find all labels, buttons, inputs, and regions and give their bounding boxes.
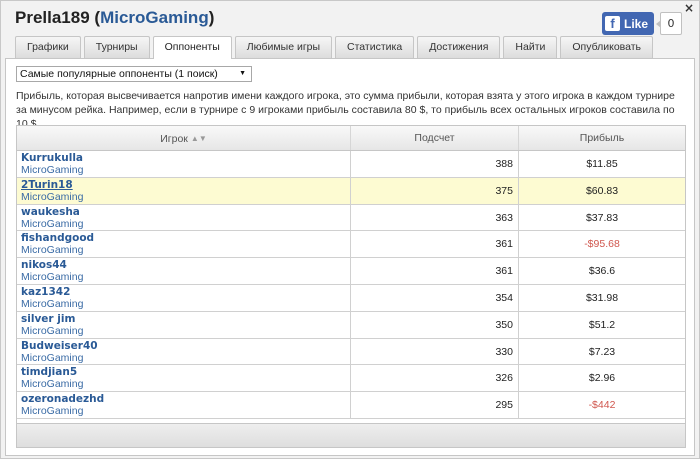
cell-profit: $37.83 — [585, 211, 619, 224]
cell-count: 375 — [351, 177, 519, 204]
player-network: MicroGaming — [21, 217, 84, 230]
tab-bar: Графики Турниры Оппоненты Любимые игры С… — [15, 36, 656, 59]
table-row[interactable]: waukesha MicroGaming 363 $37.83 — [17, 204, 685, 232]
cell-count: 330 — [351, 338, 519, 365]
player-name: Prella189 — [15, 8, 90, 27]
tab-achievements[interactable]: Достижения — [417, 36, 501, 58]
cell-profit: $2.96 — [588, 372, 616, 385]
title-open-paren: ( — [89, 8, 101, 27]
cell-count: 388 — [351, 151, 519, 177]
like-label: Like — [623, 16, 648, 31]
network-name: MicroGaming — [100, 8, 209, 27]
cell-player: Kurrukulla MicroGaming — [17, 151, 351, 177]
cell-profit: $51.2 — [588, 318, 616, 331]
title-close-paren: ) — [208, 8, 215, 27]
tab-opponents[interactable]: Оппоненты — [152, 36, 232, 59]
cell-count: 363 — [351, 204, 519, 231]
tab-graphs[interactable]: Графики — [15, 36, 81, 58]
player-link[interactable]: Kurrukulla — [21, 152, 350, 164]
cell-player: waukesha MicroGaming — [17, 204, 351, 231]
opponents-table: Игрок ▲▼ Подсчет Прибыль Kurrukulla MicroG… — [16, 125, 686, 448]
column-header-count[interactable]: Подсчет — [351, 126, 519, 150]
cell-player: ozeronadezhd MicroGaming — [17, 392, 351, 418]
cell-player: Budweiser40 MicroGaming — [17, 338, 351, 365]
table-row[interactable]: timdjian5 MicroGaming 326 $2.96 — [17, 365, 685, 393]
cell-profit: -$442 — [588, 399, 616, 412]
cell-player: nikos44 MicroGaming — [17, 258, 351, 284]
facebook-icon: f — [604, 16, 620, 31]
table-row[interactable]: fishandgood MicroGaming 361 -$95.68 — [17, 231, 685, 259]
cell-count: 361 — [351, 231, 519, 258]
cell-profit: -$95.68 — [584, 238, 620, 251]
column-header-profit[interactable]: Прибыль — [519, 126, 685, 150]
chevron-down-icon: ▼ — [239, 70, 246, 77]
table-row[interactable]: silver jim MicroGaming 350 $51.2 — [17, 311, 685, 339]
player-profile-window: Prella189 (MicroGaming) × f Like 0 Графи… — [0, 0, 700, 459]
player-network: MicroGaming — [21, 378, 84, 391]
like-count: 0 — [656, 12, 682, 35]
table-row[interactable]: nikos44 MicroGaming 361 $36.6 — [17, 258, 685, 285]
cell-count: 350 — [351, 311, 519, 338]
player-link[interactable]: timdjian5 — [21, 366, 350, 378]
player-link[interactable]: nikos44 — [21, 259, 350, 271]
player-link[interactable]: Budweiser40 — [21, 340, 350, 352]
sort-icon: ▲▼ — [190, 134, 207, 143]
cell-profit: $7.23 — [588, 345, 616, 358]
tab-tournaments[interactable]: Турниры — [83, 36, 150, 58]
column-header-player[interactable]: Игрок ▲▼ — [17, 126, 351, 150]
cell-count: 361 — [351, 258, 519, 284]
player-link[interactable]: kaz1342 — [21, 286, 350, 298]
tab-favorite-games[interactable]: Любимые игры — [234, 36, 333, 58]
page-title: Prella189 (MicroGaming) — [15, 8, 214, 28]
table-header: Игрок ▲▼ Подсчет Прибыль — [17, 126, 685, 151]
cell-profit: $36.6 — [588, 265, 616, 278]
player-link[interactable]: ozeronadezhd — [21, 393, 350, 405]
player-link[interactable]: waukesha — [21, 206, 350, 218]
table-row[interactable]: kaz1342 MicroGaming 354 $31.98 — [17, 284, 685, 312]
player-network: MicroGaming — [21, 324, 84, 337]
cell-profit: $11.85 — [586, 158, 618, 170]
cell-profit: $31.98 — [585, 291, 619, 304]
player-link[interactable]: silver jim — [21, 313, 350, 325]
cell-player: kaz1342 MicroGaming — [17, 284, 351, 311]
cell-count: 354 — [351, 284, 519, 311]
table-body: Kurrukulla MicroGaming 388 $11.85 2Turin18 Mi… — [17, 151, 685, 419]
cell-count: 295 — [351, 392, 519, 418]
cell-count: 326 — [351, 365, 519, 392]
player-network: MicroGaming — [21, 271, 84, 284]
column-label-player: Игрок — [160, 133, 188, 145]
filter-selected-value: Самые популярные оппоненты (1 поиск) — [20, 68, 218, 80]
table-row[interactable]: Kurrukulla MicroGaming 388 $11.85 — [17, 151, 685, 178]
player-link[interactable]: fishandgood — [21, 232, 350, 244]
table-row[interactable]: Budweiser40 MicroGaming 330 $7.23 — [17, 338, 685, 366]
player-network: MicroGaming — [21, 244, 84, 257]
cell-player: silver jim MicroGaming — [17, 311, 351, 338]
player-network: MicroGaming — [21, 351, 84, 364]
tab-publish[interactable]: Опубликовать — [560, 36, 654, 58]
table-row[interactable]: 2Turin18 MicroGaming 375 $60.83 — [17, 177, 685, 205]
close-icon[interactable]: × — [684, 2, 694, 14]
opponents-filter-select[interactable]: Самые популярные оппоненты (1 поиск) ▼ — [16, 66, 252, 82]
cell-profit: $60.83 — [585, 184, 619, 197]
cell-player: 2Turin18 MicroGaming — [17, 177, 351, 204]
facebook-like-widget: f Like 0 — [601, 12, 682, 35]
table-row[interactable]: ozeronadezhd MicroGaming 295 -$442 — [17, 392, 685, 419]
cell-player: fishandgood MicroGaming — [17, 231, 351, 258]
cell-player: timdjian5 MicroGaming — [17, 365, 351, 392]
table-footer — [17, 423, 685, 447]
tab-find[interactable]: Найти — [503, 36, 558, 58]
player-network: MicroGaming — [21, 297, 84, 310]
opponents-panel: Самые популярные оппоненты (1 поиск) ▼ П… — [5, 58, 695, 456]
tab-statistics[interactable]: Статистика — [335, 36, 415, 58]
player-network: MicroGaming — [21, 405, 84, 418]
player-network: MicroGaming — [21, 190, 84, 203]
facebook-like-button[interactable]: f Like — [601, 12, 654, 35]
player-link[interactable]: 2Turin18 — [21, 179, 350, 191]
player-network: MicroGaming — [21, 164, 84, 176]
